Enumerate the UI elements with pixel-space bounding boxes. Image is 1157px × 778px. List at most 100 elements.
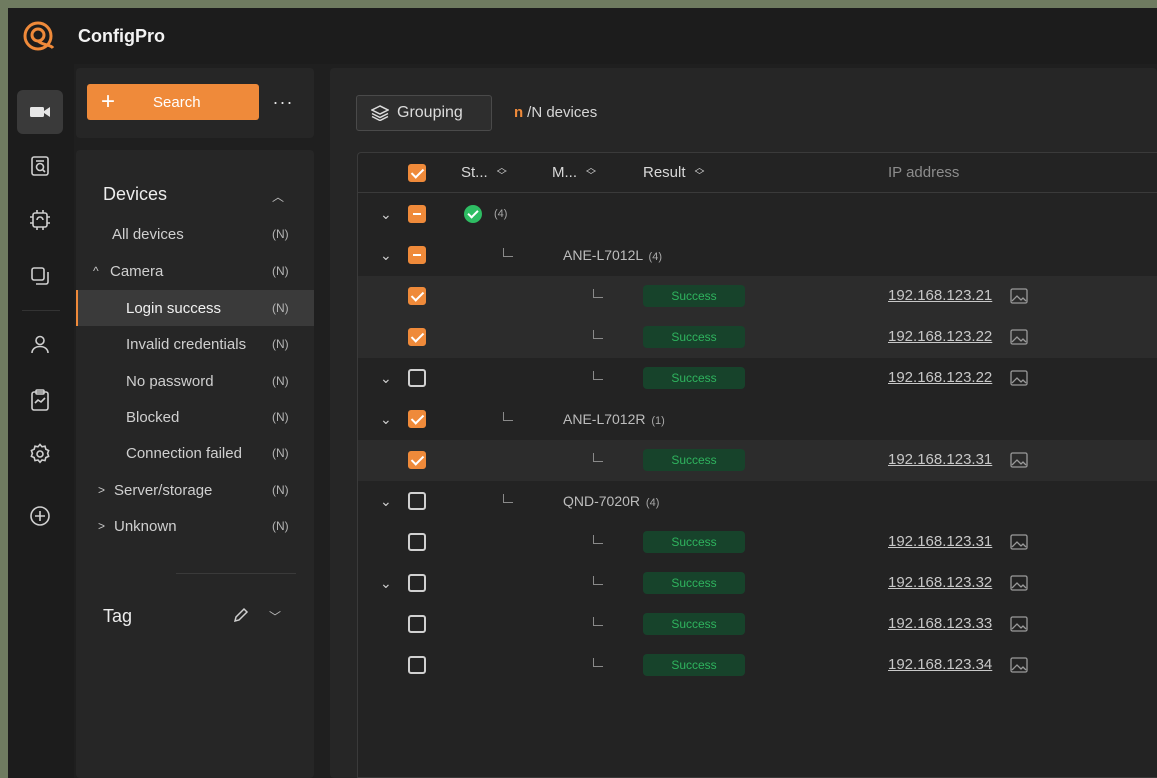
devices-heading[interactable]: Devices: [103, 184, 167, 205]
table-row-model-group[interactable]: ⌄ ANE-L7012L (4): [358, 235, 1157, 276]
rail-divider: [22, 310, 60, 311]
model-name: ANE-L7012R (1): [563, 411, 665, 427]
sidebar-item-count: (N): [272, 446, 289, 460]
table-row[interactable]: Success 192.168.123.31: [358, 522, 1157, 563]
table-row[interactable]: ⌄ Success 192.168.123.22: [358, 358, 1157, 399]
ip-address-link[interactable]: 192.168.123.21: [888, 287, 992, 304]
user-icon[interactable]: [17, 322, 63, 366]
sidebar-item-connection-failed[interactable]: Connection failed (N): [76, 435, 314, 471]
sidebar-item-invalid-credentials[interactable]: Invalid credentials (N): [76, 326, 314, 362]
table-header: St... ︿ ﹀ M... ︿ ﹀ Result ︿ ﹀ IP address: [358, 153, 1157, 193]
image-icon[interactable]: [1010, 370, 1028, 386]
table-row[interactable]: Success 192.168.123.33: [358, 604, 1157, 645]
chevron-up-icon[interactable]: ︿: [272, 188, 284, 205]
icon-rail: [8, 64, 74, 778]
camera-icon[interactable]: [17, 90, 63, 134]
select-all-checkbox[interactable]: [408, 164, 426, 182]
chip-icon[interactable]: [17, 198, 63, 242]
settings-icon[interactable]: [17, 432, 63, 476]
table-row-status-group[interactable]: ⌄ (4): [358, 194, 1157, 235]
row-checkbox[interactable]: [408, 451, 426, 469]
sidebar-item-label: Invalid credentials: [126, 335, 247, 353]
sidebar-item-no-password[interactable]: No password (N): [76, 363, 314, 399]
chevron-up-icon[interactable]: ^: [93, 264, 99, 278]
search-button[interactable]: + Search: [87, 84, 259, 120]
model-name: QND-7020R (4): [563, 493, 659, 509]
chevron-down-icon[interactable]: ⌄: [380, 247, 392, 264]
more-options-button[interactable]: ···: [266, 84, 300, 120]
sidebar-item-count: (N): [272, 264, 289, 278]
image-icon[interactable]: [1010, 534, 1028, 550]
chevron-down-icon[interactable]: ⌄: [380, 370, 392, 387]
chevron-down-icon[interactable]: ⌄: [380, 206, 392, 223]
row-checkbox[interactable]: [408, 533, 426, 551]
ip-address-link[interactable]: 192.168.123.33: [888, 615, 992, 632]
tree-branch-icon: [503, 412, 513, 421]
chevron-right-icon[interactable]: >: [98, 519, 105, 533]
device-count: n/N devices: [514, 104, 597, 121]
row-checkbox[interactable]: [408, 656, 426, 674]
add-circle-icon[interactable]: [17, 494, 63, 538]
chevron-down-icon[interactable]: ﹀: [269, 608, 281, 625]
pencil-icon[interactable]: [233, 607, 249, 628]
ip-address-link[interactable]: 192.168.123.22: [888, 328, 992, 345]
sidebar-item-label: Login success: [126, 299, 222, 317]
row-checkbox[interactable]: [408, 615, 426, 633]
ip-address-link[interactable]: 192.168.123.22: [888, 369, 992, 386]
row-checkbox[interactable]: [408, 410, 426, 428]
table-row[interactable]: Success 192.168.123.34: [358, 645, 1157, 686]
inspect-icon[interactable]: [17, 144, 63, 188]
table-row-model-group[interactable]: ⌄ QND-7020R (4): [358, 481, 1157, 522]
image-icon[interactable]: [1010, 288, 1028, 304]
clipboard-icon[interactable]: [17, 378, 63, 422]
model-label: QND-7020R: [563, 493, 641, 509]
copy-icon[interactable]: [17, 254, 63, 298]
sidebar-item-all-devices[interactable]: All devices (N): [76, 216, 314, 252]
column-result[interactable]: Result ︿ ﹀: [643, 163, 705, 181]
result-badge: Success: [643, 572, 745, 594]
table-row[interactable]: ⌄ Success 192.168.123.32: [358, 563, 1157, 604]
image-icon[interactable]: [1010, 575, 1028, 591]
table-row-model-group[interactable]: ⌄ ANE-L7012R (1): [358, 399, 1157, 440]
ip-address-link[interactable]: 192.168.123.31: [888, 533, 992, 550]
column-ip-address[interactable]: IP address: [888, 164, 959, 181]
image-icon[interactable]: [1010, 452, 1028, 468]
image-icon[interactable]: [1010, 329, 1028, 345]
image-icon[interactable]: [1010, 657, 1028, 673]
row-checkbox[interactable]: [408, 574, 426, 592]
chevron-right-icon[interactable]: >: [98, 483, 105, 497]
sidebar-item-camera[interactable]: ^ Camera (N): [76, 253, 314, 289]
column-status[interactable]: St... ︿ ﹀: [461, 163, 507, 181]
row-checkbox[interactable]: [408, 369, 426, 387]
row-checkbox[interactable]: [408, 492, 426, 510]
table-row[interactable]: Success 192.168.123.31: [358, 440, 1157, 481]
row-checkbox[interactable]: [408, 205, 426, 223]
sidebar-item-login-success[interactable]: Login success (N): [76, 290, 314, 326]
table-row[interactable]: Success 192.168.123.21: [358, 276, 1157, 317]
sidebar-item-unknown[interactable]: > Unknown (N): [76, 508, 314, 544]
sidebar-item-server-storage[interactable]: > Server/storage (N): [76, 472, 314, 508]
result-badge: Success: [643, 367, 745, 389]
chevron-down-icon[interactable]: ⌄: [380, 575, 392, 592]
grouping-button[interactable]: Grouping: [356, 95, 492, 131]
ip-address-link[interactable]: 192.168.123.34: [888, 656, 992, 673]
row-checkbox[interactable]: [408, 246, 426, 264]
tree-branch-icon: [593, 371, 603, 380]
ip-address-link[interactable]: 192.168.123.32: [888, 574, 992, 591]
image-icon[interactable]: [1010, 616, 1028, 632]
chevron-down-icon[interactable]: ⌄: [380, 411, 392, 428]
column-model[interactable]: M... ︿ ﹀: [552, 163, 596, 181]
row-checkbox[interactable]: [408, 287, 426, 305]
row-checkbox[interactable]: [408, 328, 426, 346]
sidebar-item-label: All devices: [112, 225, 184, 243]
configpro-logo-icon: [20, 18, 56, 54]
sidebar-item-count: (N): [272, 519, 289, 533]
chevron-down-icon[interactable]: ⌄: [380, 493, 392, 510]
column-label: Result: [643, 164, 686, 181]
tree-branch-icon: [593, 453, 603, 462]
sidebar-item-blocked[interactable]: Blocked (N): [76, 399, 314, 435]
model-count: (1): [651, 415, 665, 427]
table-row[interactable]: Success 192.168.123.22: [358, 317, 1157, 358]
ip-address-link[interactable]: 192.168.123.31: [888, 451, 992, 468]
sidebar-item-label: Camera: [110, 262, 164, 280]
